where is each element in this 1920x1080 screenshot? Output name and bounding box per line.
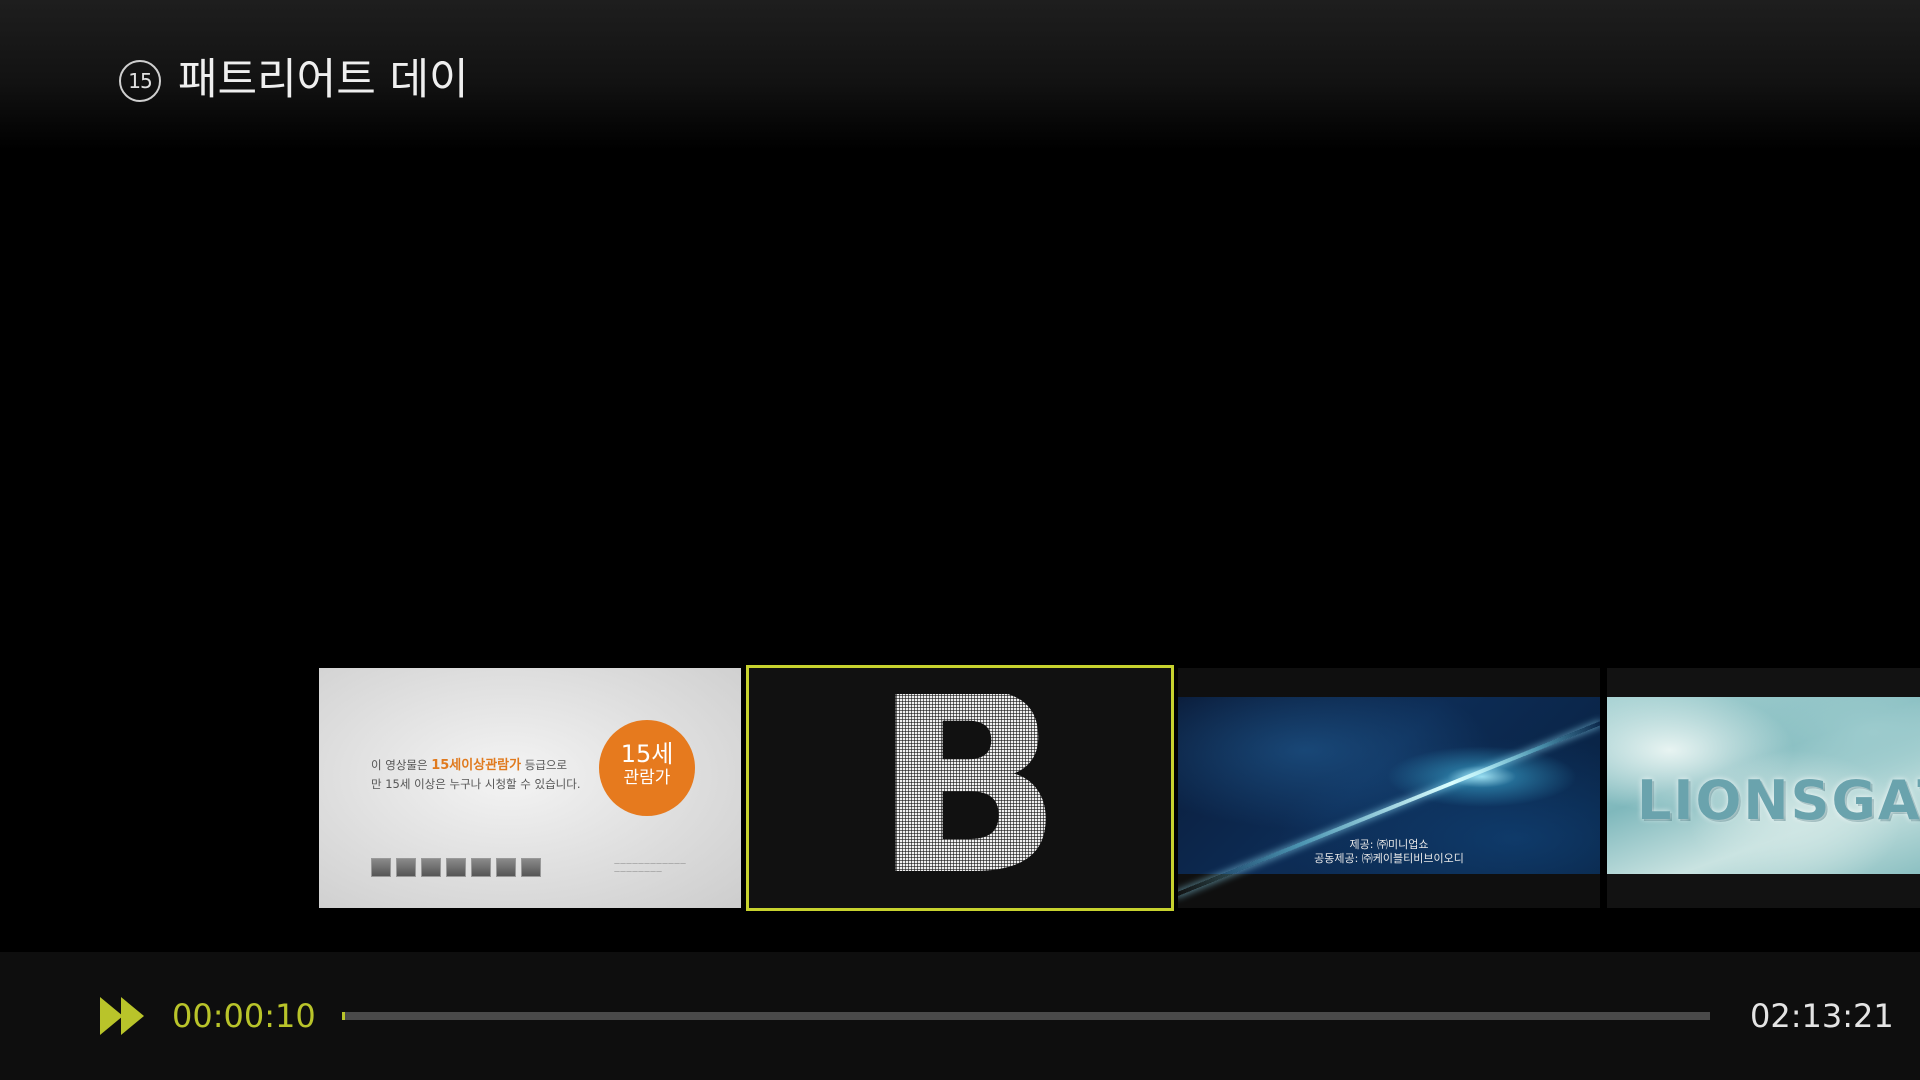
descriptor-icon bbox=[521, 858, 541, 877]
progress-fill bbox=[342, 1012, 345, 1020]
descriptor-icon bbox=[396, 858, 416, 877]
cloud-scene-image: LIONSGATE bbox=[1607, 697, 1920, 874]
age-rating-number: 15세 bbox=[620, 740, 674, 768]
content-descriptor-icons bbox=[371, 858, 541, 877]
progress-bar[interactable] bbox=[342, 1012, 1710, 1020]
video-player-screen: 15 패트리어트 데이 이 영상물은 15세이상관람가 등급으로 만 15세 이… bbox=[0, 0, 1920, 1080]
notice-suffix: 등급으로 bbox=[521, 758, 568, 772]
studio-logo-letter: B bbox=[866, 694, 1070, 876]
credit-line-1: 제공: ㈜미니업쇼 bbox=[1349, 838, 1429, 851]
total-duration: 02:13:21 bbox=[1750, 997, 1894, 1035]
fast-forward-icon[interactable] bbox=[100, 997, 146, 1035]
descriptor-icon bbox=[471, 858, 491, 877]
current-time: 00:00:10 bbox=[172, 997, 316, 1035]
notice-line-2: 만 15세 이상은 누구나 시청할 수 있습니다. bbox=[371, 777, 581, 791]
movie-title: 패트리어트 데이 bbox=[178, 55, 469, 105]
descriptor-icon bbox=[496, 858, 516, 877]
studio-brand-text: LIONSGATE bbox=[1637, 769, 1920, 832]
descriptor-icon bbox=[446, 858, 466, 877]
age-rating-circle: 15세 관람가 bbox=[599, 720, 695, 816]
rating-notice-text: 이 영상물은 15세이상관람가 등급으로 만 15세 이상은 누구나 시청할 수… bbox=[371, 756, 581, 794]
age-rating-badge: 15 bbox=[119, 60, 161, 102]
credits-text: 제공: ㈜미니업쇼 공동제공: ㈜케이블티비브이오디 bbox=[1178, 838, 1600, 866]
light-streak bbox=[1178, 720, 1600, 898]
title-bar: 15 패트리어트 데이 bbox=[0, 0, 1920, 150]
scene-thumbnail-3[interactable]: 제공: ㈜미니업쇼 공동제공: ㈜케이블티비브이오디 bbox=[1178, 668, 1600, 908]
credit-line-2: 공동제공: ㈜케이블티비브이오디 bbox=[1314, 852, 1464, 865]
notice-prefix: 이 영상물은 bbox=[371, 758, 432, 772]
fine-print: ———————————— ———————— bbox=[614, 860, 686, 875]
scene-thumbnail-2-selected[interactable]: B bbox=[746, 665, 1174, 911]
descriptor-icon bbox=[371, 858, 391, 877]
age-rating-label: 관람가 bbox=[623, 768, 671, 788]
descriptor-icon bbox=[421, 858, 441, 877]
scene-thumbnail-1[interactable]: 이 영상물은 15세이상관람가 등급으로 만 15세 이상은 누구나 시청할 수… bbox=[319, 668, 741, 908]
scene-thumbnail-4[interactable]: LIONSGATE bbox=[1607, 668, 1920, 908]
notice-highlight: 15세이상관람가 bbox=[431, 758, 522, 773]
